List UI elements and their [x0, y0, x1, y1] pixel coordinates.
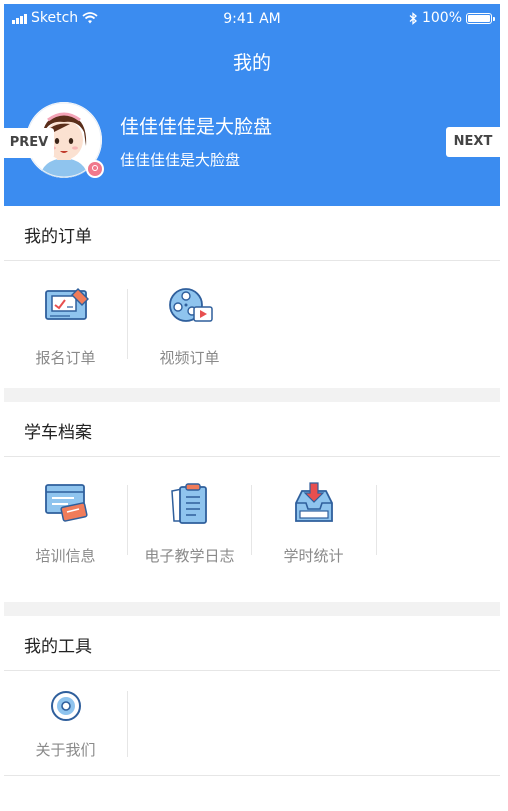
bluetooth-icon — [409, 11, 417, 25]
video-order-item[interactable]: 视频订单 — [128, 283, 251, 368]
training-info-label: 培训信息 — [35, 547, 96, 565]
registration-order-label: 报名订单 — [35, 349, 96, 367]
tools-grid: 关于我们 — [4, 671, 500, 775]
section-gap — [4, 388, 500, 402]
training-info-icon — [44, 484, 88, 522]
teaching-log-item[interactable]: 电子教学日志 — [128, 481, 251, 566]
orders-grid: 报名订单 视频订单 — [4, 261, 500, 388]
study-hours-item[interactable]: 学时统计 — [252, 481, 375, 566]
section-title: 我的订单 — [24, 227, 92, 247]
battery-percent: 100% — [421, 10, 462, 26]
user-subtitle: 佳佳佳佳是大脸盘 — [120, 151, 241, 169]
user-name: 佳佳佳佳是大脸盘 — [120, 116, 273, 138]
bottom-divider — [4, 775, 500, 776]
status-right: 100% — [409, 10, 495, 26]
section-title: 我的工具 — [24, 637, 92, 657]
column-divider — [376, 485, 377, 555]
study-hours-label: 学时统计 — [283, 547, 344, 565]
learning-records-grid: 培训信息 电子教学日志 学时统计 — [4, 457, 500, 602]
battery-icon — [466, 12, 495, 24]
section-header-orders: 我的订单 — [4, 206, 500, 261]
next-button[interactable]: NEXT — [446, 127, 500, 157]
video-order-icon — [168, 288, 213, 322]
about-us-icon — [50, 691, 81, 721]
section-gap — [4, 602, 500, 616]
study-hours-icon — [294, 482, 333, 522]
section-header-tools: 我的工具 — [4, 616, 500, 671]
app-frame: Sketch 9:41 AM 100% 我的 佳佳佳佳是大脸盘 佳佳佳佳是大脸盘… — [4, 4, 500, 807]
section-title: 学车档案 — [24, 423, 92, 443]
prev-button[interactable]: PREV — [4, 128, 54, 158]
section-header-learning-records: 学车档案 — [4, 402, 500, 457]
avatar-search-badge-icon — [86, 160, 104, 178]
status-bar: Sketch 9:41 AM 100% — [4, 4, 500, 32]
registration-order-item[interactable]: 报名订单 — [4, 283, 127, 368]
teaching-log-label: 电子教学日志 — [144, 547, 235, 565]
training-info-item[interactable]: 培训信息 — [4, 481, 127, 566]
video-order-label: 视频订单 — [159, 349, 220, 367]
registration-order-icon — [44, 288, 89, 320]
about-us-label: 关于我们 — [35, 741, 96, 759]
teaching-log-icon — [170, 483, 207, 524]
about-us-item[interactable]: 关于我们 — [4, 689, 127, 760]
profile-header: Sketch 9:41 AM 100% 我的 佳佳佳佳是大脸盘 佳佳佳佳是大脸盘… — [4, 4, 500, 206]
page-title: 我的 — [232, 52, 271, 74]
column-divider — [127, 691, 128, 757]
